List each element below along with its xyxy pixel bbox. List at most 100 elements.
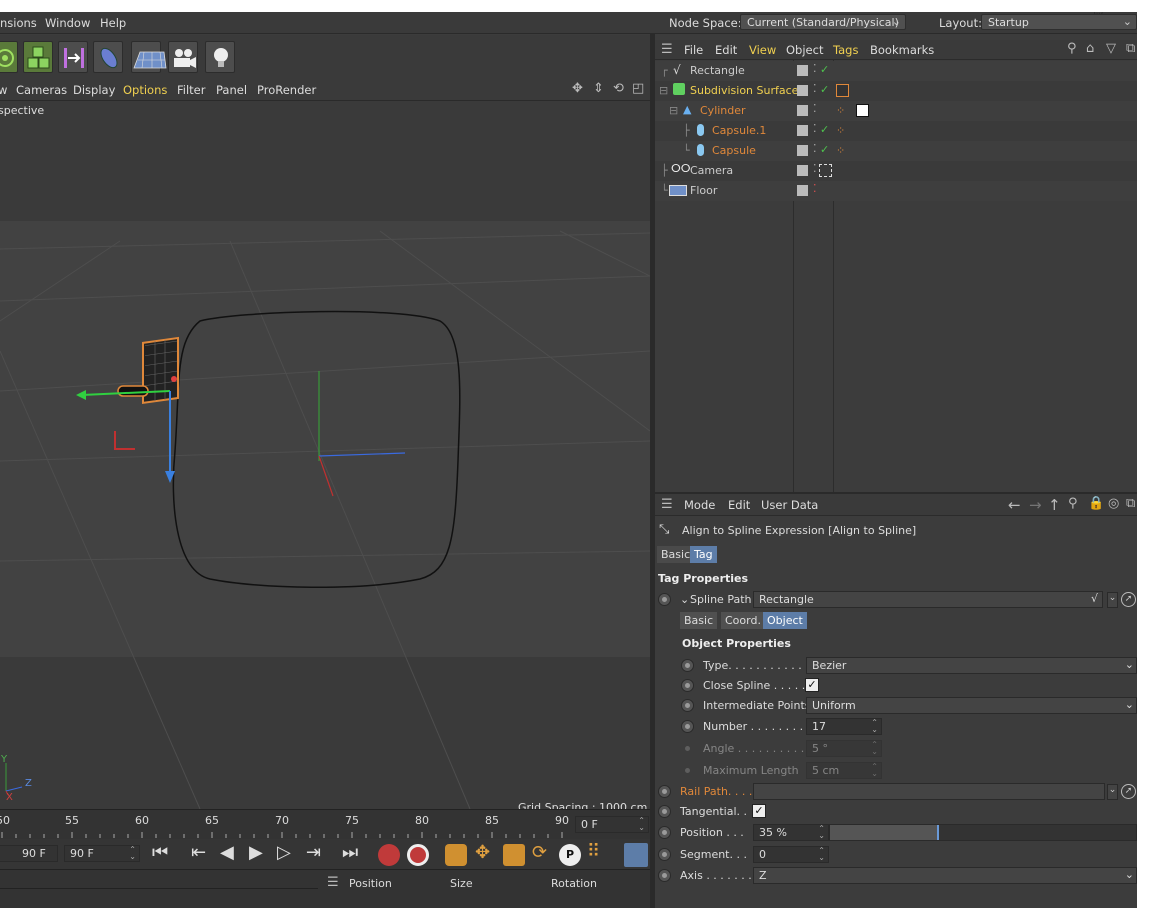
enabled-check-icon[interactable]: ✓ <box>820 143 829 156</box>
obj-menu-tags[interactable]: Tags <box>833 43 858 57</box>
back-arrow-icon[interactable]: ← <box>1008 496 1021 514</box>
deformer-button[interactable] <box>93 41 123 73</box>
enabled-check-icon[interactable]: ✓ <box>820 123 829 136</box>
next-frame-icon[interactable]: ▷ <box>277 842 291 863</box>
point-level-icon[interactable]: ⠿ <box>587 841 600 862</box>
spline-path-link-field[interactable]: Rectangle √ <box>753 591 1103 608</box>
subtab-object[interactable]: Object <box>763 612 807 629</box>
hamburger-menu-icon[interactable]: ☰ <box>661 42 673 57</box>
pick-object-icon[interactable]: ➚ <box>1121 784 1136 799</box>
object-row-capsule[interactable]: └ Capsule ⁚ ✓ ⁘ <box>655 141 1137 161</box>
hamburger-menu-icon[interactable]: ☰ <box>661 497 673 512</box>
timeline-ruler[interactable]: 50 55 60 65 70 75 80 85 90 0 F ⌃⌄ <box>0 809 650 839</box>
menu-extensions[interactable]: nsions <box>0 16 37 30</box>
edit-toggle-icon[interactable] <box>797 145 808 156</box>
atom-array-tool-button[interactable] <box>0 41 18 73</box>
keyframe-selection-icon[interactable] <box>445 844 467 866</box>
visibility-dots-icon[interactable]: ⁚ <box>813 142 817 155</box>
viewport-menu-options[interactable]: Options <box>123 83 167 97</box>
timeline-window-icon[interactable] <box>624 843 648 867</box>
prev-key-icon[interactable]: ⇤ <box>191 842 206 863</box>
obj-menu-object[interactable]: Object <box>786 43 823 57</box>
search-icon[interactable]: ⚲ <box>1067 41 1077 56</box>
attr-menu-user-data[interactable]: User Data <box>761 498 818 512</box>
object-row-capsule-1[interactable]: ├ Capsule.1 ⁚ ✓ ⁘ <box>655 121 1137 141</box>
autokey-icon[interactable] <box>407 844 429 866</box>
menu-window[interactable]: Window <box>45 16 90 30</box>
object-row-floor[interactable]: └ Floor ⁚ <box>655 181 1137 201</box>
filter-icon[interactable]: ▽ <box>1106 41 1116 56</box>
edit-toggle-icon[interactable] <box>797 65 808 76</box>
position-slider-thumb[interactable] <box>937 825 939 840</box>
animate-radio-icon[interactable] <box>658 593 671 606</box>
edit-toggle-icon[interactable] <box>797 105 808 116</box>
type-dropdown[interactable]: Bezier ⌄ <box>806 657 1137 674</box>
animate-radio-icon[interactable] <box>658 785 671 798</box>
animate-radio-icon[interactable] <box>658 826 671 839</box>
move-view-icon[interactable]: ✥ <box>572 81 583 96</box>
pick-object-icon[interactable]: ➚ <box>1121 592 1136 607</box>
maximize-view-icon[interactable]: ◰ <box>632 81 644 96</box>
close-spline-checkbox[interactable]: ✓ <box>805 678 819 692</box>
light-button[interactable] <box>205 41 235 73</box>
viewport-menu-view[interactable]: w <box>0 83 7 97</box>
current-frame-field[interactable]: 0 F ⌃ ⌄ <box>575 816 649 833</box>
forward-arrow-icon[interactable]: → <box>1029 496 1042 514</box>
obj-menu-bookmarks[interactable]: Bookmarks <box>870 43 934 57</box>
animate-radio-icon[interactable] <box>658 805 671 818</box>
go-to-start-icon[interactable]: ⏮ <box>152 842 168 863</box>
visibility-dots-icon[interactable]: ⁚ <box>813 162 817 175</box>
object-row-subdivision-surface[interactable]: ⊟ Subdivision Surface ⁚ ✓ <box>655 81 1137 101</box>
home-icon[interactable]: ⌂ <box>1086 41 1094 56</box>
subtab-basic[interactable]: Basic <box>680 612 718 629</box>
rotate-view-icon[interactable]: ⟲ <box>613 81 624 96</box>
search-icon[interactable]: ⚲ <box>1068 496 1078 511</box>
attr-menu-mode[interactable]: Mode <box>684 498 715 512</box>
segment-field[interactable]: 0 ⌃ ⌄ <box>753 846 829 863</box>
animate-radio-icon[interactable] <box>681 679 694 692</box>
scale-key-icon[interactable] <box>503 844 525 866</box>
intermediate-points-dropdown[interactable]: Uniform ⌄ <box>806 697 1137 714</box>
tab-basic[interactable]: Basic <box>657 546 695 563</box>
axis-dropdown[interactable]: Z ⌄ <box>753 867 1137 884</box>
symmetry-button[interactable] <box>58 41 88 73</box>
animate-radio-icon[interactable] <box>658 869 671 882</box>
obj-menu-edit[interactable]: Edit <box>715 43 737 57</box>
visibility-dots-icon[interactable]: ⁚ <box>813 182 817 195</box>
dolly-view-icon[interactable]: ⇕ <box>593 81 604 96</box>
play-icon[interactable]: ▶ <box>249 842 263 863</box>
hamburger-menu-icon[interactable]: ☰ <box>327 875 339 890</box>
tangential-checkbox[interactable]: ✓ <box>752 804 766 818</box>
edit-toggle-icon[interactable] <box>797 185 808 196</box>
camera-button[interactable] <box>168 41 198 73</box>
position-key-icon[interactable]: ✥ <box>475 842 490 863</box>
material-tag-icon[interactable]: ⁘ <box>836 124 849 137</box>
chevron-down-icon[interactable]: ⌄ <box>1107 784 1118 800</box>
target-icon[interactable]: ◎ <box>1108 496 1119 511</box>
visibility-dots-icon[interactable]: ⁚ <box>813 82 817 95</box>
visibility-dots-icon[interactable]: ⁚ <box>813 62 817 75</box>
edit-toggle-icon[interactable] <box>797 125 808 136</box>
min-frame-field[interactable]: 90 F <box>0 845 58 862</box>
chevron-down-icon[interactable]: ⌄ <box>1107 592 1118 608</box>
end-frame-field[interactable]: 90 F ⌃ ⌄ <box>64 845 140 862</box>
object-row-cylinder[interactable]: ⊟ ▲ Cylinder ⁚ ⁘ <box>655 101 1137 121</box>
array-cubes-button[interactable] <box>23 41 53 73</box>
animate-radio-icon[interactable] <box>681 720 694 733</box>
rail-path-link-field[interactable] <box>753 783 1105 800</box>
viewport-menu-filter[interactable]: Filter <box>177 83 205 97</box>
new-window-icon[interactable]: ⧉ <box>1126 496 1135 511</box>
protection-tag-icon[interactable] <box>819 164 832 177</box>
enabled-check-icon[interactable]: ✓ <box>820 83 829 96</box>
texture-tag-icon[interactable] <box>856 104 869 117</box>
prev-frame-icon[interactable]: ◀ <box>220 842 234 863</box>
viewport-menu-display[interactable]: Display <box>73 83 115 97</box>
up-arrow-icon[interactable]: ↑ <box>1048 496 1061 514</box>
visibility-dots-icon[interactable]: ⁚ <box>813 102 817 115</box>
record-keys-icon[interactable] <box>378 844 400 866</box>
edit-toggle-icon[interactable] <box>797 165 808 176</box>
next-key-icon[interactable]: ⇥ <box>306 842 321 863</box>
viewport-menu-panel[interactable]: Panel <box>216 83 247 97</box>
node-space-dropdown[interactable]: Current (Standard/Physical) ⌄ <box>740 14 906 30</box>
rotation-key-icon[interactable]: ⟳ <box>532 842 547 863</box>
